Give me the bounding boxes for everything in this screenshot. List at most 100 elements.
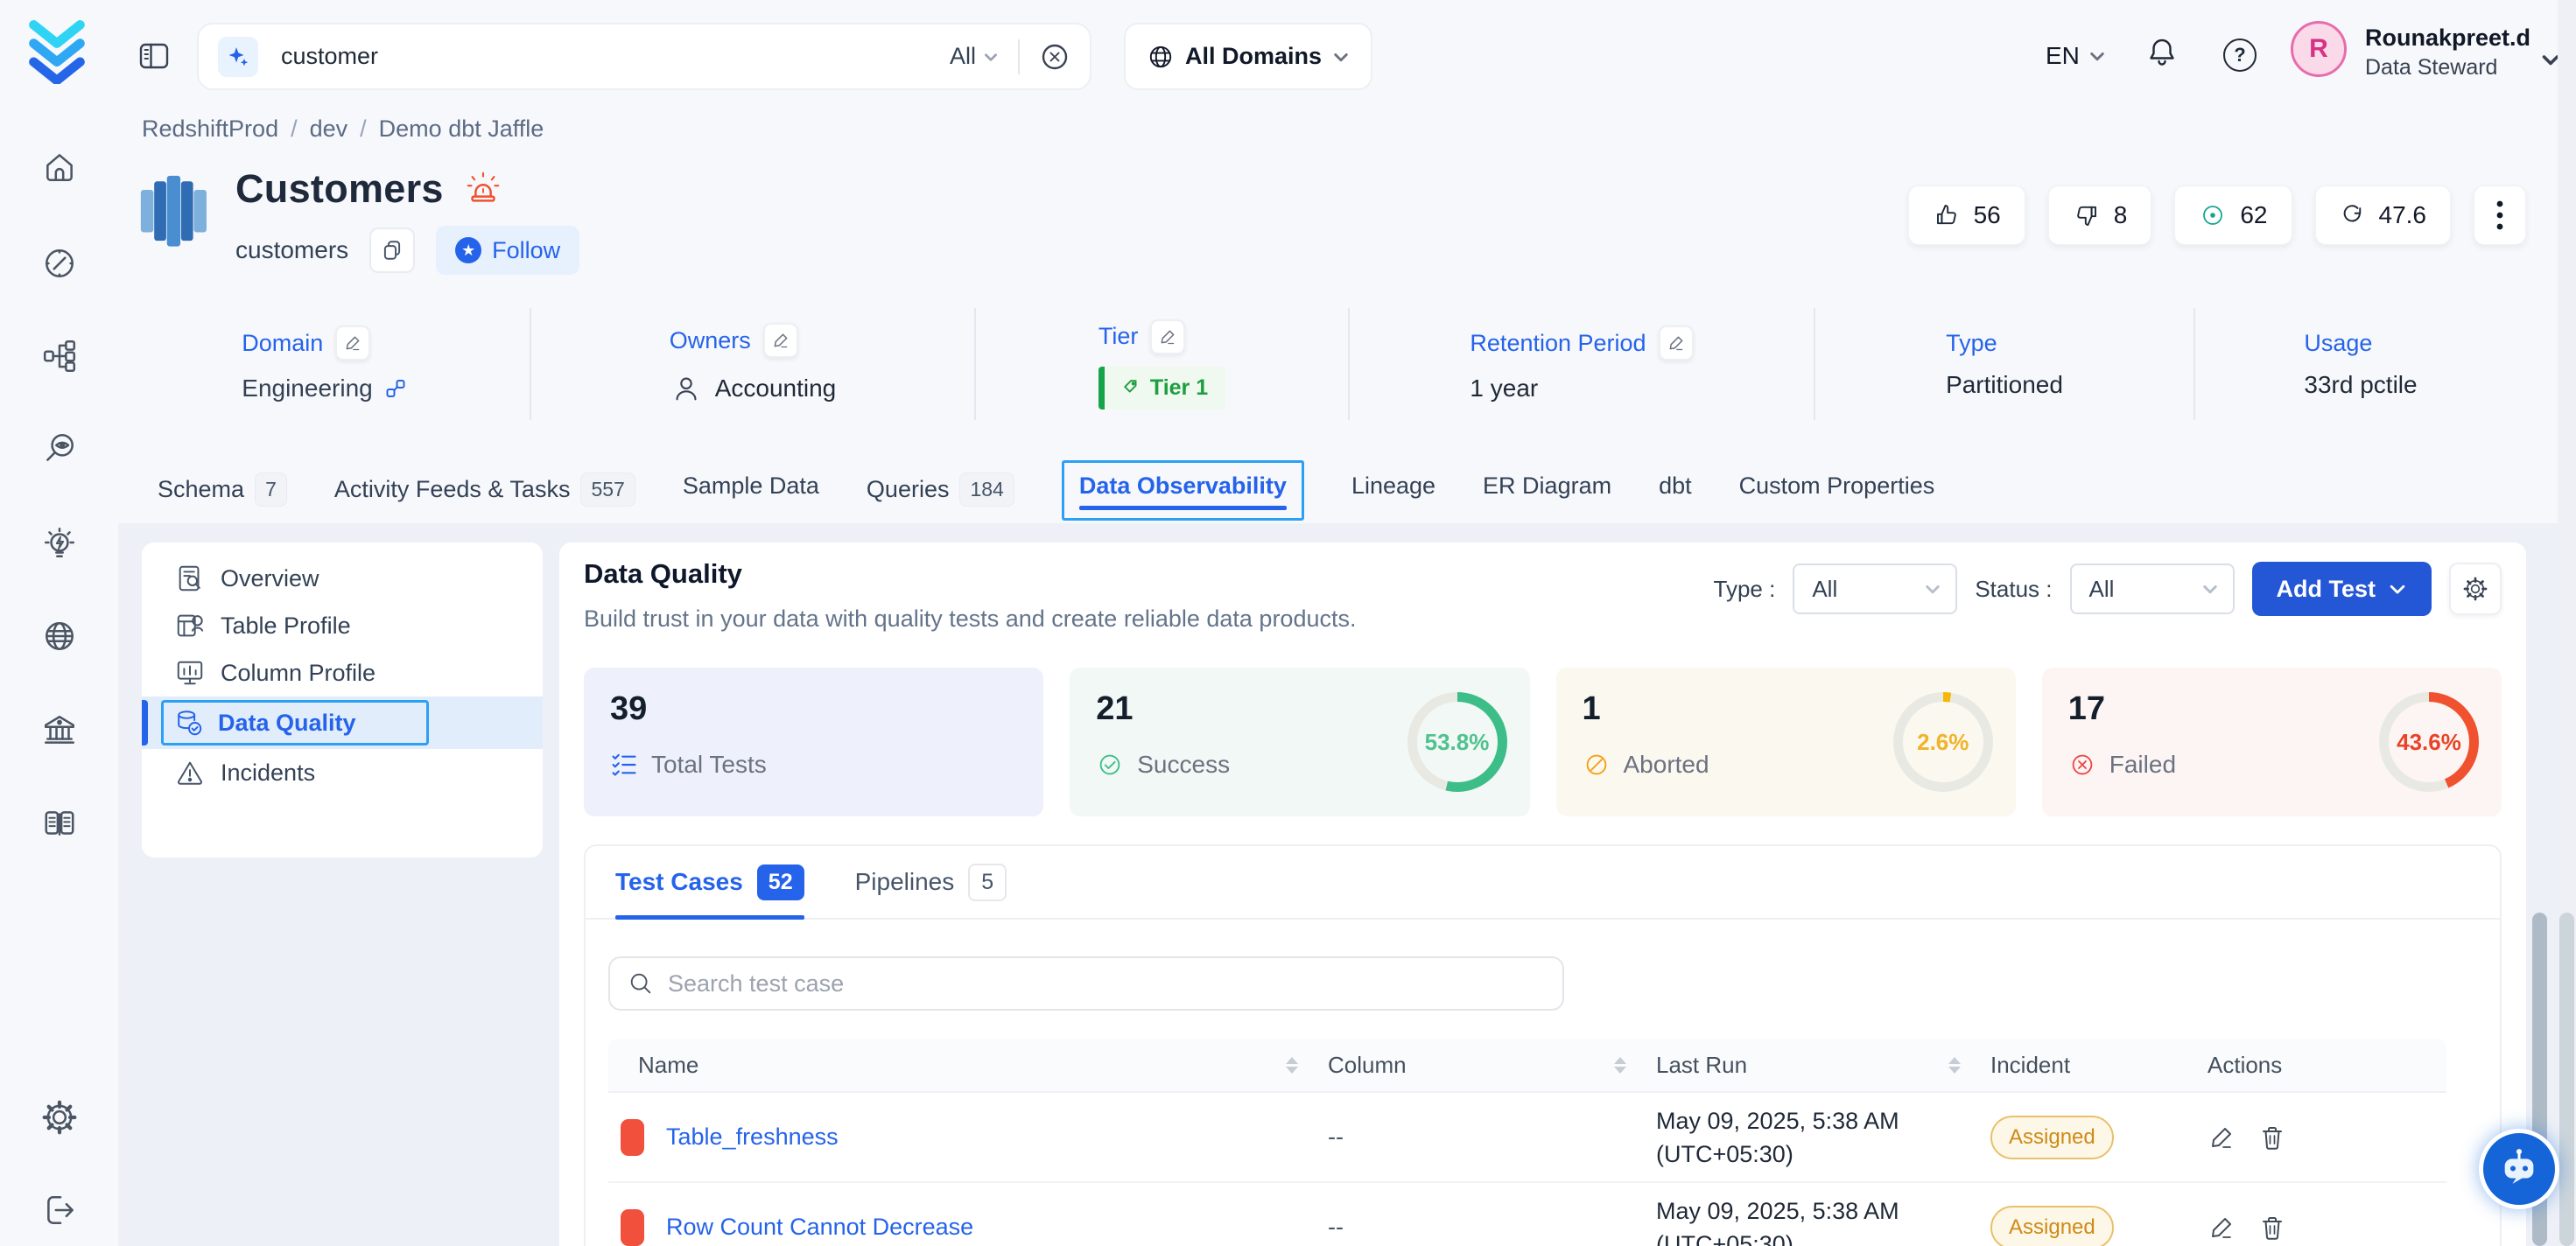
col-actions: Actions — [2207, 1052, 2282, 1079]
test-cases-table: Name Column Last Run Incident Actions Ta… — [608, 1039, 2446, 1246]
usage-value: 33rd pctile — [2304, 371, 2417, 399]
domain-link-icon — [385, 378, 406, 399]
edit-domain-button[interactable] — [335, 326, 370, 360]
governance-bank-icon[interactable] — [41, 712, 78, 749]
explore-compass-icon[interactable] — [41, 245, 78, 282]
breadcrumb-connection[interactable]: RedshiftProd — [142, 116, 278, 143]
page-scrollbar-thumb[interactable] — [2559, 913, 2574, 1246]
help-icon[interactable]: ? — [2223, 38, 2257, 72]
subnav-incidents[interactable]: Incidents — [142, 749, 543, 796]
test-search-input[interactable] — [668, 970, 1545, 998]
col-last-run: Last Run — [1656, 1052, 1747, 1079]
domain-value[interactable]: Engineering — [242, 374, 372, 402]
tab-activity-feeds[interactable]: Activity Feeds & Tasks557 — [334, 460, 635, 519]
web-globe-icon[interactable] — [41, 618, 78, 654]
left-rail — [0, 0, 118, 1246]
subnav-data-quality[interactable]: Data Quality — [142, 696, 543, 749]
tab-er-diagram[interactable]: ER Diagram — [1483, 460, 1611, 512]
search-scope-dropdown[interactable]: All — [950, 43, 999, 70]
table-row: Table_freshness -- May 09, 2025, 5:38 AM… — [608, 1093, 2446, 1183]
owners-label: Owners — [670, 327, 751, 354]
downvote-count: 8 — [2114, 201, 2128, 229]
refresh-score-button[interactable]: 47.6 — [2315, 186, 2452, 245]
language-value: EN — [2046, 42, 2080, 70]
follow-label: Follow — [492, 237, 560, 264]
breadcrumb: RedshiftProd / dev / Demo dbt Jaffle — [142, 116, 544, 143]
subnav-column-profile[interactable]: Column Profile — [142, 649, 543, 696]
home-icon[interactable] — [41, 149, 78, 186]
type-filter-select[interactable]: All — [1793, 564, 1957, 614]
retention-value: 1 year — [1470, 374, 1538, 402]
notifications-bell-icon[interactable] — [2144, 35, 2179, 74]
domain-label: Domain — [242, 330, 323, 357]
logout-icon[interactable] — [41, 1192, 78, 1228]
settings-gear-icon[interactable] — [41, 1099, 78, 1136]
success-card: 21 Success 53.8% — [1070, 668, 1529, 816]
status-filter-value: All — [2089, 576, 2115, 603]
tab-pipelines[interactable]: Pipelines 5 — [855, 846, 1007, 918]
language-dropdown[interactable]: EN — [2046, 42, 2106, 70]
ai-sparkle-icon[interactable] — [218, 37, 258, 77]
tab-custom-properties[interactable]: Custom Properties — [1739, 460, 1935, 512]
delete-test-icon[interactable] — [2258, 1214, 2286, 1242]
redshift-source-icon — [137, 172, 210, 257]
sort-last-run[interactable] — [1948, 1057, 1961, 1074]
tab-schema[interactable]: Schema7 — [158, 460, 287, 519]
sort-name[interactable] — [1286, 1057, 1298, 1074]
status-filter-select[interactable]: All — [2070, 564, 2235, 614]
follow-button[interactable]: ★ Follow — [436, 226, 579, 275]
edit-retention-button[interactable] — [1659, 326, 1694, 360]
tab-lineage[interactable]: Lineage — [1351, 460, 1435, 512]
all-domains-dropdown[interactable]: All Domains — [1124, 23, 1372, 90]
tab-test-cases[interactable]: Test Cases 52 — [615, 846, 804, 918]
breadcrumb-schema[interactable]: dev — [310, 116, 348, 143]
incident-status-badge[interactable]: Assigned — [1990, 1116, 2114, 1159]
tier-badge[interactable]: Tier 1 — [1098, 367, 1225, 410]
edit-owners-button[interactable] — [763, 323, 798, 358]
user-menu[interactable]: Rounakpreet.d Data Steward — [2365, 24, 2530, 80]
tab-data-observability[interactable]: Data Observability — [1062, 460, 1304, 521]
incident-status-badge[interactable]: Assigned — [1990, 1206, 2114, 1246]
copy-icon[interactable] — [369, 228, 415, 273]
avatar[interactable]: R — [2291, 21, 2347, 77]
hierarchy-network-icon[interactable] — [41, 338, 78, 374]
tab-sample-data[interactable]: Sample Data — [683, 460, 819, 512]
quality-settings-gear-icon[interactable] — [2449, 563, 2502, 615]
sidebar-toggle-icon[interactable] — [137, 38, 172, 74]
test-case-link[interactable]: Table_freshness — [666, 1124, 839, 1151]
edit-tier-button[interactable] — [1150, 319, 1185, 354]
test-case-link[interactable]: Row Count Cannot Decrease — [666, 1214, 973, 1241]
tab-queries-count: 184 — [959, 472, 1014, 507]
owner-user-icon — [670, 372, 703, 405]
owners-value[interactable]: Accounting — [715, 374, 837, 402]
chatbot-fab[interactable] — [2479, 1129, 2559, 1209]
breadcrumb-database[interactable]: Demo dbt Jaffle — [379, 116, 544, 143]
robot-icon — [2495, 1144, 2544, 1194]
avatar-initial: R — [2309, 34, 2328, 64]
insights-bulb-icon[interactable] — [41, 525, 78, 562]
sort-column[interactable] — [1614, 1057, 1626, 1074]
subnav-table-profile[interactable]: Table Profile — [142, 602, 543, 649]
metadata-type: Type Partitioned — [1815, 308, 2195, 420]
tab-dbt[interactable]: dbt — [1659, 460, 1692, 512]
views-button[interactable]: 62 — [2174, 186, 2292, 245]
subnav-overview[interactable]: Overview — [142, 555, 543, 602]
search-clear-icon[interactable] — [1039, 41, 1070, 73]
app-logo[interactable] — [26, 19, 88, 84]
search-input[interactable] — [281, 43, 950, 70]
observability-search-eye-icon[interactable] — [41, 430, 78, 467]
upvote-button[interactable]: 56 — [1908, 186, 2025, 245]
edit-test-icon[interactable] — [2207, 1214, 2236, 1242]
user-role: Data Steward — [2365, 55, 2530, 80]
add-test-button[interactable]: Add Test — [2252, 562, 2432, 616]
kebab-menu-icon[interactable] — [2474, 186, 2526, 245]
tab-queries[interactable]: Queries184 — [867, 460, 1014, 519]
downvote-button[interactable]: 8 — [2048, 186, 2152, 245]
views-count: 62 — [2240, 201, 2267, 229]
alert-siren-icon[interactable] — [463, 169, 503, 209]
edit-test-icon[interactable] — [2207, 1124, 2236, 1152]
glossary-book-icon[interactable] — [41, 805, 78, 842]
failed-label: Failed — [2109, 751, 2176, 779]
delete-test-icon[interactable] — [2258, 1124, 2286, 1152]
column-profile-icon — [175, 658, 205, 688]
